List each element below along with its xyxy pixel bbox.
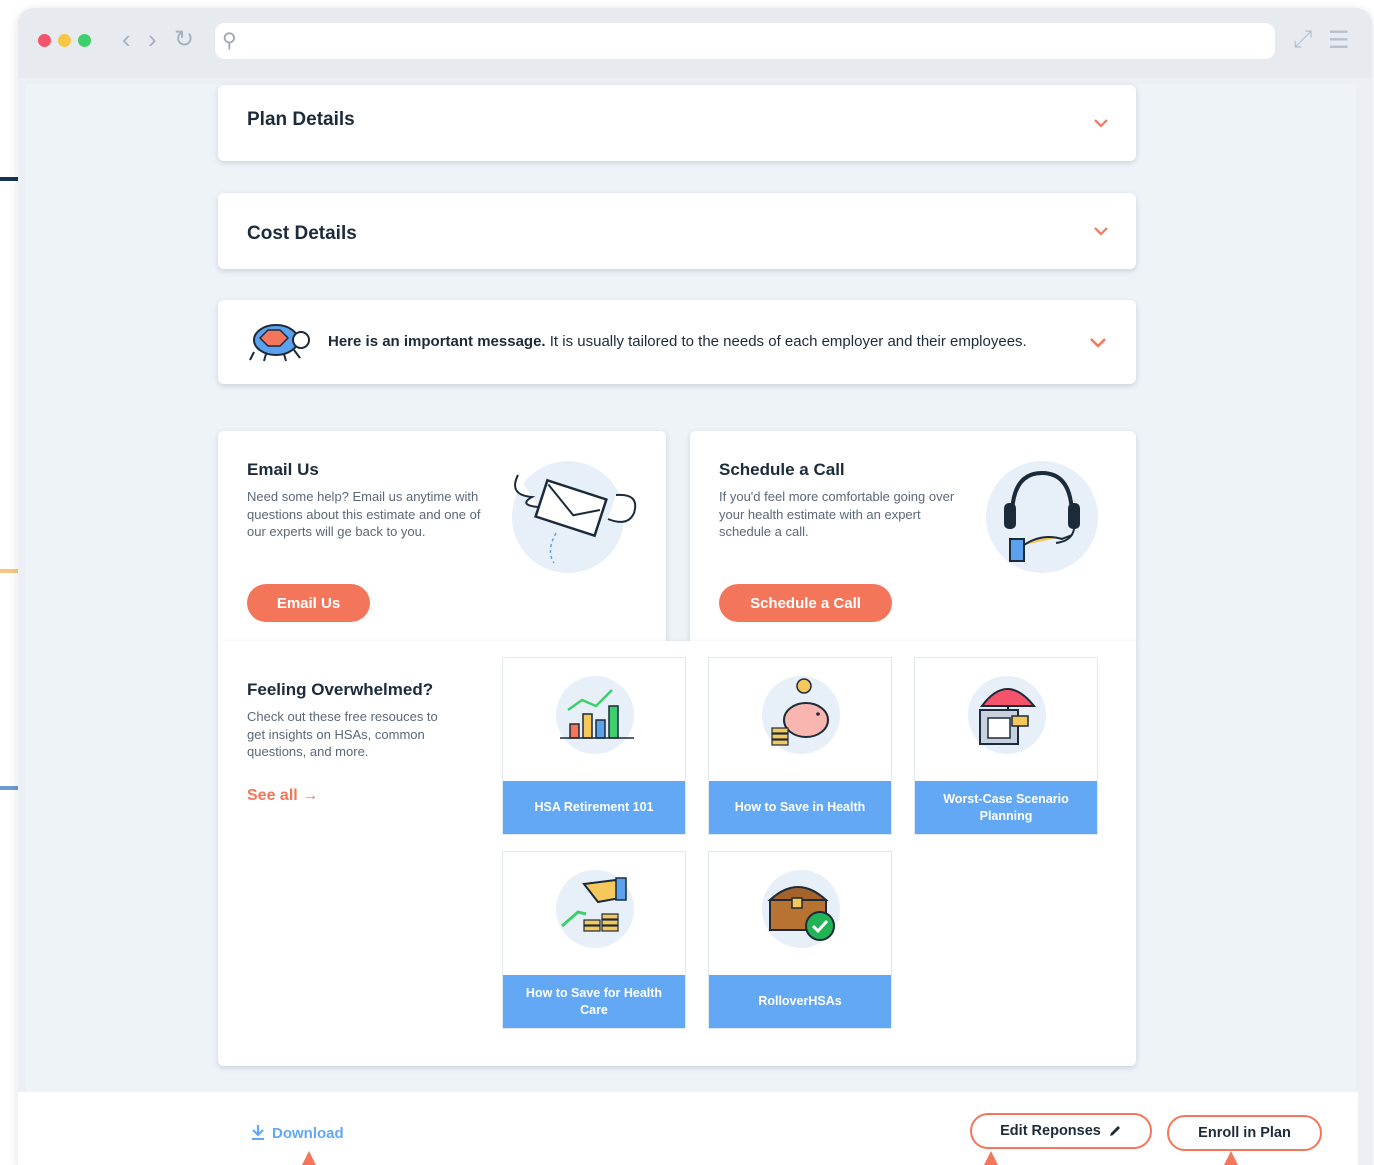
browser-window: ‹ › ↻ ⚲ ⤢ ☰ Plan Details Cost Details He… <box>18 8 1372 1165</box>
minimize-window-dot[interactable] <box>58 34 71 47</box>
resource-tile-save-in-health[interactable]: How to Save in Health <box>708 657 892 835</box>
resource-tile-label: RolloverHSAs <box>709 975 891 1028</box>
resources-description: Check out these free resouces to get ins… <box>247 709 438 759</box>
schedule-call-description: If you'd feel more comfortable going ove… <box>719 489 955 539</box>
email-us-description: Need some help? Email us anytime with qu… <box>247 489 481 539</box>
download-button[interactable]: Download <box>250 1124 344 1142</box>
download-icon <box>252 1125 264 1141</box>
plan-details-title: Plan Details <box>247 109 355 130</box>
reload-icon[interactable]: ↻ <box>174 28 194 52</box>
cost-details-title: Cost Details <box>247 223 357 244</box>
resource-tile-label: How to Save for Health Care <box>503 975 685 1028</box>
important-message-body: It is usually tailored to the needs of e… <box>545 333 1027 350</box>
pencil-icon <box>1109 1126 1120 1136</box>
resource-tile-hsa-retirement[interactable]: HSA Retirement 101 <box>502 657 686 835</box>
important-message-accordion[interactable]: Here is an important message. It is usua… <box>218 300 1136 384</box>
plan-details-accordion[interactable]: Plan Details <box>218 85 1136 161</box>
important-message-text: Here is an important message. It is usua… <box>328 333 1027 350</box>
address-bar[interactable]: ⚲ <box>215 23 1275 59</box>
annotation-pointer <box>302 1151 316 1165</box>
search-icon: ⚲ <box>222 30 237 52</box>
annotation-pointer <box>1224 1151 1238 1165</box>
turtle-icon <box>249 324 310 362</box>
email-us-button[interactable]: Email Us <box>247 584 370 622</box>
headset-icon <box>986 461 1098 573</box>
see-all-link[interactable]: See all → <box>247 787 318 805</box>
edit-responses-label: Edit Reponses <box>1000 1123 1101 1139</box>
umbrella-safe-icon <box>968 676 1046 754</box>
forward-icon[interactable]: › <box>148 26 157 52</box>
browser-toolbar: ‹ › ↻ ⚲ ⤢ ☰ <box>18 8 1372 78</box>
important-message-bold: Here is an important message. <box>328 333 546 350</box>
edit-responses-button[interactable]: Edit Reponses <box>970 1113 1152 1149</box>
coins-hand-icon <box>556 870 634 948</box>
page-content: Plan Details Cost Details Here is an imp… <box>26 84 1356 1094</box>
bar-chart-icon <box>556 676 636 754</box>
treasure-chest-icon <box>762 870 840 948</box>
resource-tile-label: Worst-Case Scenario Planning <box>915 781 1097 834</box>
resources-panel: Feeling Overwhelmed? Check out these fre… <box>218 641 1136 1066</box>
cost-details-accordion[interactable]: Cost Details <box>218 193 1136 269</box>
resource-tile-label: HSA Retirement 101 <box>503 781 685 834</box>
resources-title: Feeling Overwhelmed? <box>247 680 434 699</box>
resource-tile-rollover-hsas[interactable]: RolloverHSAs <box>708 851 892 1029</box>
maximize-window-dot[interactable] <box>78 34 91 47</box>
back-icon[interactable]: ‹ <box>122 26 131 52</box>
chevron-down-icon <box>1094 227 1108 236</box>
chevron-down-icon <box>1090 338 1106 348</box>
annotation-pointer <box>984 1151 998 1165</box>
schedule-call-button[interactable]: Schedule a Call <box>719 584 892 622</box>
schedule-call-card: Schedule a Call If you'd feel more comfo… <box>690 431 1136 641</box>
email-us-title: Email Us <box>247 460 319 479</box>
menu-icon[interactable]: ☰ <box>1328 26 1350 55</box>
piggy-bank-icon <box>762 676 840 754</box>
flying-envelope-icon <box>512 461 637 573</box>
expand-icon[interactable]: ⤢ <box>1293 26 1312 54</box>
email-us-card: Email Us Need some help? Email us anytim… <box>218 431 666 641</box>
chevron-down-icon <box>1094 119 1108 128</box>
close-window-dot[interactable] <box>38 34 51 47</box>
schedule-call-title: Schedule a Call <box>719 460 845 479</box>
resource-tile-label: How to Save in Health <box>709 781 891 834</box>
footer-bar <box>18 1092 1358 1165</box>
enroll-in-plan-button[interactable]: Enroll in Plan <box>1167 1115 1322 1151</box>
download-label: Download <box>272 1125 344 1142</box>
resource-tile-worst-case[interactable]: Worst-Case Scenario Planning <box>914 657 1098 835</box>
resource-tile-save-health-care[interactable]: How to Save for Health Care <box>502 851 686 1029</box>
